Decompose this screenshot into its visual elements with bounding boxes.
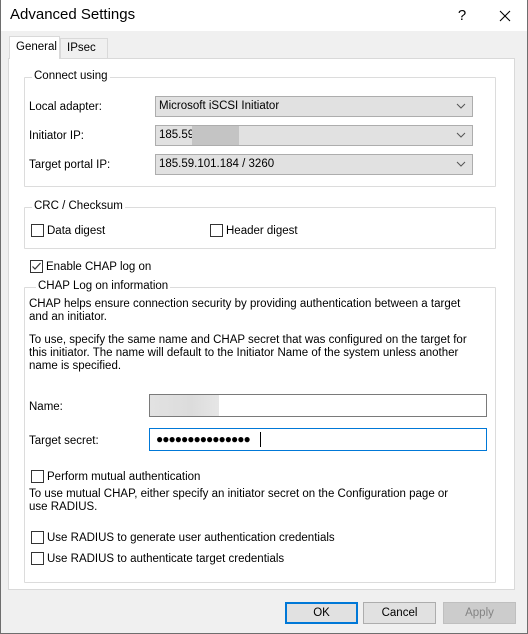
chap-info-group: CHAP Log on information CHAP helps ensur…: [24, 280, 496, 583]
apply-button[interactable]: Apply: [443, 602, 516, 624]
mutual-auth-checkbox-row[interactable]: Perform mutual authentication: [31, 470, 200, 483]
initiator-ip-value: 185.59: [159, 129, 195, 141]
initiator-ip-select[interactable]: 185.59: [155, 125, 473, 146]
checkmark-icon: [32, 262, 41, 270]
radius-authenticate-label: Use RADIUS to authenticate target creden…: [47, 552, 285, 565]
chevron-down-icon: [456, 161, 466, 167]
chevron-down-icon: [456, 103, 466, 109]
close-icon: [499, 10, 511, 21]
target-portal-ip-label: Target portal IP:: [29, 159, 111, 171]
chevron-down-icon: [456, 132, 466, 138]
target-secret-label: Target secret:: [29, 435, 99, 447]
crc-checksum-group: CRC / Checksum Data digest Header digest: [24, 200, 496, 249]
close-button[interactable]: [485, 0, 525, 31]
crc-checksum-label: CRC / Checksum: [32, 200, 125, 212]
chap-info-label: CHAP Log on information: [36, 280, 171, 292]
initiator-ip-label: Initiator IP:: [29, 130, 84, 142]
tab-general[interactable]: General: [9, 36, 60, 59]
radius-generate-checkbox[interactable]: [31, 531, 44, 544]
header-digest-checkbox-row[interactable]: Header digest: [210, 224, 298, 237]
connect-using-label: Connect using: [32, 70, 110, 82]
data-digest-checkbox-row[interactable]: Data digest: [31, 224, 105, 237]
local-adapter-label: Local adapter:: [29, 101, 102, 113]
enable-chap-checkbox[interactable]: [30, 260, 43, 273]
target-portal-ip-select[interactable]: 185.59.101.184 / 3260: [155, 154, 473, 175]
ok-button[interactable]: OK: [285, 602, 358, 624]
radius-generate-label: Use RADIUS to generate user authenticati…: [47, 531, 335, 544]
header-digest-checkbox[interactable]: [210, 224, 223, 237]
connect-using-group: Connect using Local adapter: Microsoft i…: [24, 70, 496, 187]
local-adapter-select[interactable]: Microsoft iSCSI Initiator: [155, 96, 473, 117]
target-portal-ip-value: 185.59.101.184 / 3260: [159, 158, 275, 170]
name-input[interactable]: [149, 394, 487, 417]
chap-description-2: To use, specify the same name and CHAP s…: [29, 334, 467, 372]
local-adapter-value: Microsoft iSCSI Initiator: [159, 100, 280, 112]
cancel-button[interactable]: Cancel: [363, 602, 436, 624]
enable-chap-checkbox-row[interactable]: Enable CHAP log on: [30, 260, 151, 273]
name-label: Name:: [29, 401, 63, 413]
mutual-auth-label: Perform mutual authentication: [47, 470, 201, 483]
enable-chap-label: Enable CHAP log on: [46, 260, 152, 273]
help-button[interactable]: ?: [447, 0, 477, 31]
header-digest-label: Header digest: [226, 224, 298, 237]
chap-description-1: CHAP helps ensure connection security by…: [29, 298, 461, 323]
general-tab-panel: Connect using Local adapter: Microsoft i…: [8, 58, 515, 590]
redacted-region: [192, 126, 239, 145]
redacted-region: [150, 395, 219, 416]
radius-authenticate-checkbox-row[interactable]: Use RADIUS to authenticate target creden…: [31, 552, 284, 565]
advanced-settings-dialog: Advanced Settings ? General IPsec Connec…: [0, 0, 528, 634]
title-bar: Advanced Settings ?: [1, 0, 527, 31]
text-caret: [260, 432, 261, 447]
mutual-chap-note: To use mutual CHAP, either specify an in…: [29, 488, 449, 513]
data-digest-label: Data digest: [47, 224, 106, 237]
mutual-auth-checkbox[interactable]: [31, 470, 44, 483]
tab-ipsec[interactable]: IPsec: [60, 38, 108, 59]
target-secret-value: ●●●●●●●●●●●●●●●: [156, 432, 251, 446]
radius-authenticate-checkbox[interactable]: [31, 552, 44, 565]
target-secret-input[interactable]: ●●●●●●●●●●●●●●●: [149, 428, 487, 451]
help-icon: ?: [457, 7, 467, 24]
radius-generate-checkbox-row[interactable]: Use RADIUS to generate user authenticati…: [31, 531, 335, 544]
dialog-title: Advanced Settings: [10, 6, 136, 23]
data-digest-checkbox[interactable]: [31, 224, 44, 237]
